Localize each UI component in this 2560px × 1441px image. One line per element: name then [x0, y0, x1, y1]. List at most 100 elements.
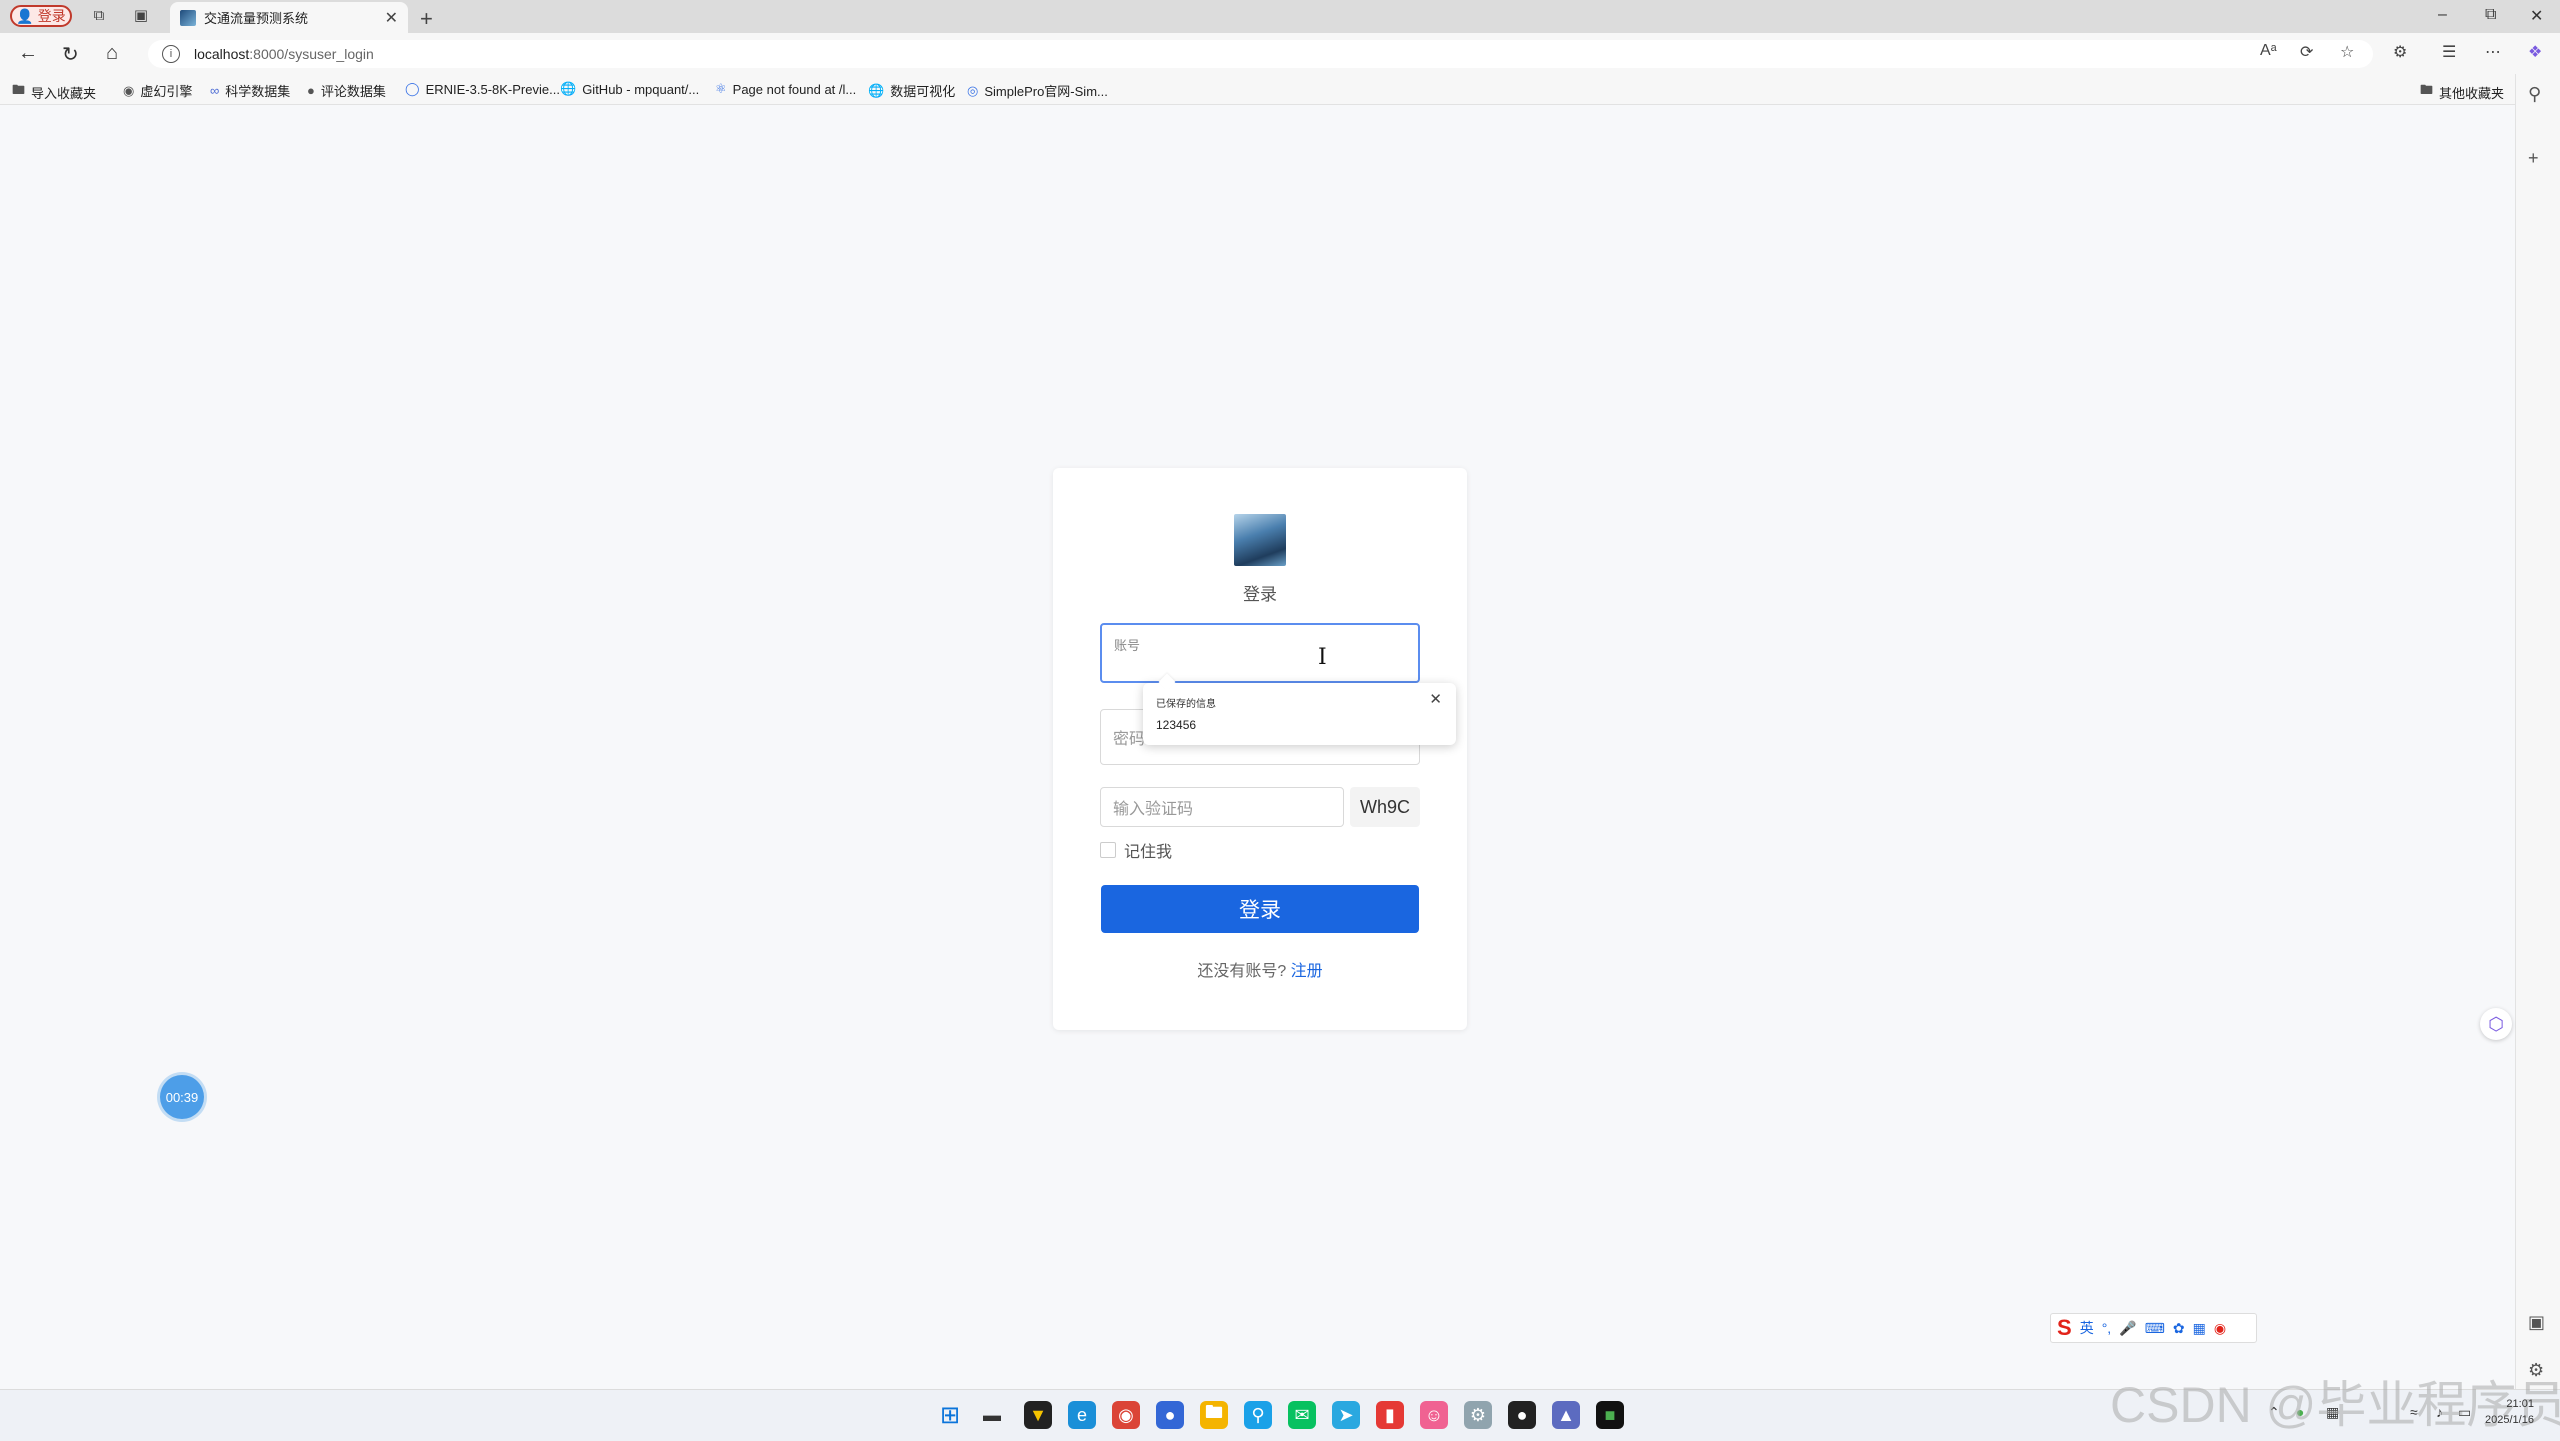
bookmark-label: 数据可视化: [890, 84, 956, 99]
restore-icon[interactable]: ⧉: [2485, 6, 2496, 24]
sidebar-screen-icon[interactable]: ▣: [2528, 1312, 2545, 1333]
red-app-icon[interactable]: ▮: [1376, 1401, 1404, 1429]
site-info-icon[interactable]: i: [162, 45, 180, 63]
pycharm-app-icon[interactable]: ■: [1596, 1401, 1624, 1429]
favorites-icon[interactable]: ☰: [2442, 42, 2456, 62]
ime-language[interactable]: 英: [2080, 1318, 2094, 1338]
bookmark-github[interactable]: 🌐 GitHub - mpquant/...: [560, 81, 699, 97]
toolbox-icon[interactable]: ▦: [2193, 1320, 2206, 1337]
url-host: localhost: [194, 46, 250, 62]
bookmark-data-vis[interactable]: 🌐 数据可视化: [868, 81, 955, 100]
search-app-icon[interactable]: ⚲: [1244, 1401, 1272, 1429]
copilot-float-icon[interactable]: ⬡: [2480, 1008, 2512, 1040]
task-view-icon[interactable]: ▬: [978, 1401, 1006, 1429]
vs-app-icon[interactable]: ▲: [1552, 1401, 1580, 1429]
avatar-app-icon[interactable]: ☺: [1420, 1401, 1448, 1429]
remember-checkbox[interactable]: [1100, 842, 1116, 858]
link-icon: ∞: [210, 83, 220, 98]
url-path: :8000/sysuser_login: [249, 46, 374, 62]
refresh-icon[interactable]: ↻: [62, 42, 79, 67]
file-explorer-icon[interactable]: 🖿: [1200, 1401, 1228, 1429]
tab-close-icon[interactable]: ✕: [385, 8, 398, 28]
remember-me[interactable]: 记住我: [1100, 838, 1172, 862]
clock-time: 21:01: [2506, 1398, 2534, 1410]
chrome-app-icon[interactable]: ◉: [1112, 1401, 1140, 1429]
bookmark-label: 科学数据集: [225, 84, 291, 99]
vpn-app-icon[interactable]: ▼: [1024, 1401, 1052, 1429]
browser-app-icon[interactable]: ●: [1156, 1401, 1184, 1429]
globe-icon: 🌐: [868, 82, 885, 98]
autofill-title: 已保存的信息: [1156, 699, 1216, 710]
simplepro-icon: ◎: [967, 82, 979, 98]
recording-timer[interactable]: 00:39: [160, 1075, 204, 1119]
captcha-image[interactable]: Wh9C: [1350, 787, 1420, 827]
new-tab-button[interactable]: +: [420, 6, 433, 32]
bookmark-page-not-found[interactable]: ⚛ Page not found at /l...: [715, 81, 856, 97]
qq-app-icon[interactable]: ●: [1508, 1401, 1536, 1429]
keyboard-icon[interactable]: ⌨: [2145, 1320, 2165, 1337]
autofill-suggestion[interactable]: 123456: [1156, 718, 1196, 732]
extensions-icon[interactable]: ⚙: [2393, 42, 2407, 62]
system-clock[interactable]: 21:01 2025/1/16: [2485, 1396, 2534, 1428]
feishu-app-icon[interactable]: ➤: [1332, 1401, 1360, 1429]
folder-icon: 🖿: [12, 82, 26, 97]
translate-icon[interactable]: ⟳: [2300, 42, 2313, 62]
autofill-close-icon[interactable]: ✕: [1429, 690, 1442, 708]
window-close-icon[interactable]: ✕: [2530, 6, 2543, 26]
edge-app-icon[interactable]: e: [1068, 1401, 1096, 1429]
folder-icon: 🖿: [2420, 82, 2434, 97]
text-cursor-icon: I: [1318, 645, 1327, 670]
password-placeholder: 密码: [1113, 731, 1146, 748]
address-bar[interactable]: i localhost:8000/sysuser_login: [148, 40, 2373, 68]
account-input[interactable]: 账号: [1100, 623, 1420, 683]
sidebar-add-icon[interactable]: +: [2528, 148, 2539, 169]
settings-app-icon[interactable]: ⚙: [1464, 1401, 1492, 1429]
read-aloud-icon[interactable]: Aᵃ: [2260, 42, 2277, 60]
captcha-placeholder: 输入验证码: [1113, 801, 1194, 818]
windows-start-icon[interactable]: ⊞: [936, 1401, 964, 1429]
home-icon[interactable]: ⌂: [106, 42, 118, 65]
microphone-icon[interactable]: 🎤: [2119, 1320, 2136, 1337]
workspaces-icon[interactable]: ⧉: [90, 8, 108, 24]
tab-active[interactable]: 交通流量预测系统 ✕: [170, 2, 408, 33]
login-button[interactable]: 登录: [1101, 885, 1419, 933]
django-icon: ⚛: [715, 81, 727, 96]
more-menu-icon[interactable]: ⋯: [2485, 42, 2501, 62]
bookmark-label: 导入收藏夹: [31, 85, 97, 101]
bookmark-label: SimplePro官网-Sim...: [984, 84, 1108, 99]
bookmark-review-data[interactable]: ● 评论数据集: [307, 81, 386, 100]
bookmark-label: GitHub - mpquant/...: [582, 81, 700, 97]
tab-title: 交通流量预测系统: [204, 11, 309, 26]
tab-favicon-icon: [180, 9, 196, 26]
minimize-icon[interactable]: –: [2438, 6, 2447, 24]
sogou-icon: S: [2057, 1315, 2072, 1340]
back-icon[interactable]: ←: [18, 42, 38, 65]
no-account-text: 还没有账号?: [1197, 963, 1287, 980]
wechat-app-icon[interactable]: ✉: [1288, 1401, 1316, 1429]
account-placeholder: 账号: [1114, 638, 1141, 653]
ime-toolbar[interactable]: S 英 °, 🎤 ⌨ ✿ ▦ ◉: [2050, 1313, 2257, 1343]
tab-actions-icon[interactable]: ▣: [132, 8, 150, 24]
bookmark-unreal[interactable]: ◉ 虚幻引擎: [123, 81, 192, 100]
bookmark-label: ERNIE-3.5-8K-Previe...: [425, 81, 560, 97]
bookmark-label: Page not found at /l...: [732, 81, 857, 97]
remember-label: 记住我: [1124, 844, 1173, 861]
skin-icon[interactable]: ✿: [2173, 1320, 2185, 1337]
ime-menu-icon[interactable]: ◉: [2214, 1320, 2226, 1337]
globe-icon: 🌐: [560, 81, 577, 96]
sidebar-search-icon[interactable]: ⚲: [2528, 84, 2541, 105]
favorite-star-icon[interactable]: ☆: [2340, 42, 2354, 62]
profile-label: 登录: [37, 8, 66, 24]
bookmark-simplepro[interactable]: ◎ SimplePro官网-Sim...: [967, 81, 1108, 100]
copilot-icon[interactable]: ❖: [2528, 42, 2542, 62]
punctuation-icon[interactable]: °,: [2102, 1320, 2112, 1336]
captcha-input[interactable]: 输入验证码: [1100, 787, 1344, 827]
register-prompt: 还没有账号? 注册: [1053, 957, 1467, 981]
bookmark-import[interactable]: 🖿 导入收藏夹: [12, 81, 96, 103]
bookmark-science-data[interactable]: ∞ 科学数据集: [210, 81, 290, 100]
bookmark-other[interactable]: 🖿 其他收藏夹: [2420, 81, 2504, 103]
register-link[interactable]: 注册: [1291, 963, 1323, 980]
app-logo: [1234, 514, 1286, 566]
bookmark-ernie[interactable]: ◯ ERNIE-3.5-8K-Previe...: [405, 81, 560, 97]
profile-button[interactable]: 👤 登录: [10, 5, 72, 27]
